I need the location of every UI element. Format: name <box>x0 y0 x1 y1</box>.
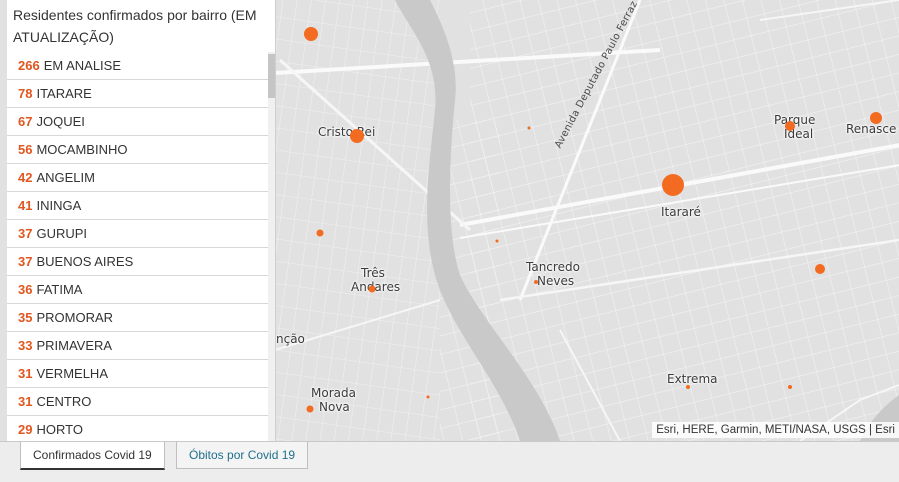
case-point[interactable] <box>426 395 430 399</box>
case-count: 29 <box>18 422 33 437</box>
list-item[interactable]: 31 CENTRO <box>7 388 268 416</box>
case-point[interactable] <box>815 264 825 274</box>
neighborhood-name: ANGELIM <box>36 170 95 185</box>
tab-bar: Confirmados Covid 19 Óbitos por Covid 19 <box>0 441 899 482</box>
cases-list[interactable]: 266 EM ANALISE 78 ITARARE 67 JOQUEI 56 MOCAMBIN… <box>7 52 268 441</box>
scrollbar-thumb[interactable] <box>268 54 275 98</box>
list-item[interactable]: 266 EM ANALISE <box>7 52 268 80</box>
case-point[interactable] <box>368 285 376 293</box>
case-count: 36 <box>18 282 33 297</box>
case-count: 31 <box>18 366 33 381</box>
tab-obitos[interactable]: Óbitos por Covid 19 <box>176 442 309 469</box>
case-count: 78 <box>18 86 33 101</box>
panel-title: Residentes confirmados por bairro (EM AT… <box>13 7 257 45</box>
case-count: 56 <box>18 142 33 157</box>
map-attribution: Esri, HERE, Garmin, METI/NASA, USGS | Es… <box>652 422 899 438</box>
case-point[interactable] <box>686 385 690 389</box>
case-point[interactable] <box>304 27 318 41</box>
list-item[interactable]: 67 JOQUEI <box>7 108 268 136</box>
neighborhood-name: PRIMAVERA <box>36 338 113 353</box>
neighborhood-name: GURUPI <box>36 226 88 241</box>
list-item[interactable]: 41 ININGA <box>7 192 268 220</box>
case-count: 42 <box>18 170 33 185</box>
list-item[interactable]: 78 ITARARE <box>7 80 268 108</box>
case-point[interactable] <box>316 229 324 237</box>
case-point[interactable] <box>870 112 882 124</box>
case-point[interactable] <box>534 280 538 284</box>
list-item[interactable]: 35 PROMORAR <box>7 304 268 332</box>
list-item[interactable]: 31 VERMELHA <box>7 360 268 388</box>
neighborhood-name: ITARARE <box>36 86 92 101</box>
case-point[interactable] <box>527 126 531 130</box>
case-count: 31 <box>18 394 33 409</box>
list-item[interactable]: 37 GURUPI <box>7 220 268 248</box>
list-item[interactable]: 36 FATIMA <box>7 276 268 304</box>
neighborhood-name: FATIMA <box>36 282 83 297</box>
neighborhood-name: VERMELHA <box>36 366 108 381</box>
neighborhood-name: BUENOS AIRES <box>36 254 134 269</box>
neighborhood-name: HORTO <box>36 422 83 437</box>
list-item[interactable]: 33 PRIMAVERA <box>7 332 268 360</box>
list-scrollbar[interactable] <box>268 52 275 441</box>
cases-list-panel: Residentes confirmados por bairro (EM AT… <box>7 0 276 441</box>
neighborhood-name: CENTRO <box>36 394 92 409</box>
case-count: 35 <box>18 310 33 325</box>
case-count: 33 <box>18 338 33 353</box>
case-point[interactable] <box>350 129 364 143</box>
case-point[interactable] <box>662 174 684 196</box>
case-point[interactable] <box>785 121 795 131</box>
neighborhood-name: PROMORAR <box>36 310 114 325</box>
case-count: 266 <box>18 58 40 73</box>
neighborhood-name: EM ANALISE <box>43 58 122 73</box>
list-item[interactable]: 56 MOCAMBINHO <box>7 136 268 164</box>
neighborhood-name: MOCAMBINHO <box>36 142 128 157</box>
case-point[interactable] <box>788 385 792 389</box>
list-item[interactable]: 42 ANGELIM <box>7 164 268 192</box>
neighborhood-name: JOQUEI <box>36 114 85 129</box>
case-count: 37 <box>18 226 33 241</box>
tab-confirmados[interactable]: Confirmados Covid 19 <box>20 442 165 470</box>
case-point[interactable] <box>495 239 499 243</box>
case-point[interactable] <box>306 405 314 413</box>
list-item[interactable]: 37 BUENOS AIRES <box>7 248 268 276</box>
neighborhood-name: ININGA <box>36 198 82 213</box>
case-count: 41 <box>18 198 33 213</box>
list-item[interactable]: 29 HORTO <box>7 416 268 441</box>
case-count: 67 <box>18 114 33 129</box>
case-count: 37 <box>18 254 33 269</box>
